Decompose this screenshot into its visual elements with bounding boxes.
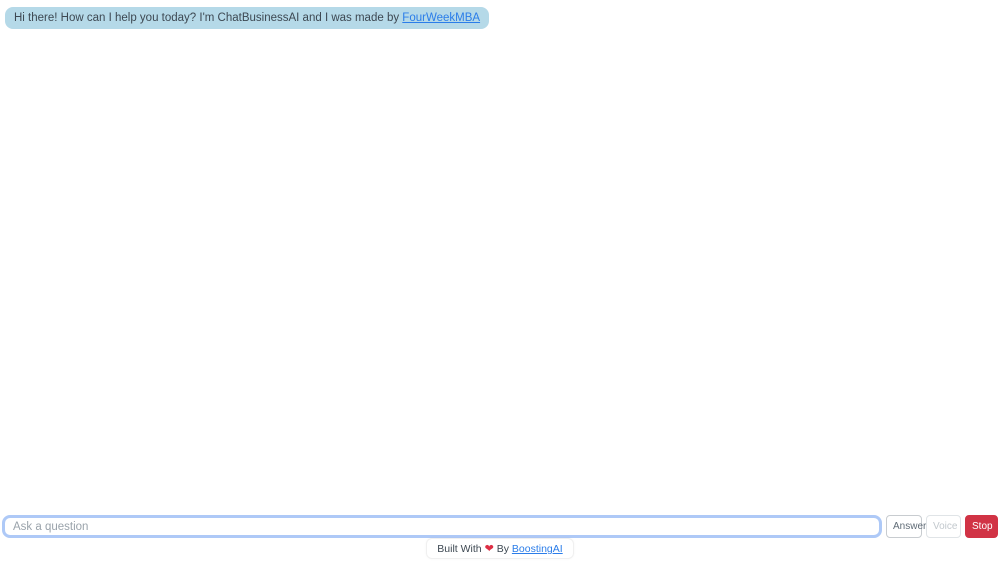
boostingai-link[interactable]: BoostingAI xyxy=(512,543,563,555)
bot-message-bubble: Hi there! How can I help you today? I'm … xyxy=(5,7,489,29)
answer-button[interactable]: Answer xyxy=(886,515,922,538)
voice-button[interactable]: Voice xyxy=(926,515,961,538)
built-with-text: Built With xyxy=(437,543,481,555)
stop-button[interactable]: Stop xyxy=(965,515,998,538)
footer-badge: Built With ❤ By BoostingAI xyxy=(426,538,573,559)
question-input[interactable] xyxy=(2,515,882,538)
heart-icon: ❤ xyxy=(485,543,494,555)
bot-message-text: Hi there! How can I help you today? I'm … xyxy=(14,12,402,24)
messages-area: Hi there! How can I help you today? I'm … xyxy=(0,0,1000,29)
footer: Built With ❤ By BoostingAI xyxy=(0,538,1000,559)
composer-bar: Answer Voice Stop xyxy=(2,515,998,538)
by-text: By xyxy=(497,543,509,555)
fourweekmba-link[interactable]: FourWeekMBA xyxy=(402,12,480,24)
